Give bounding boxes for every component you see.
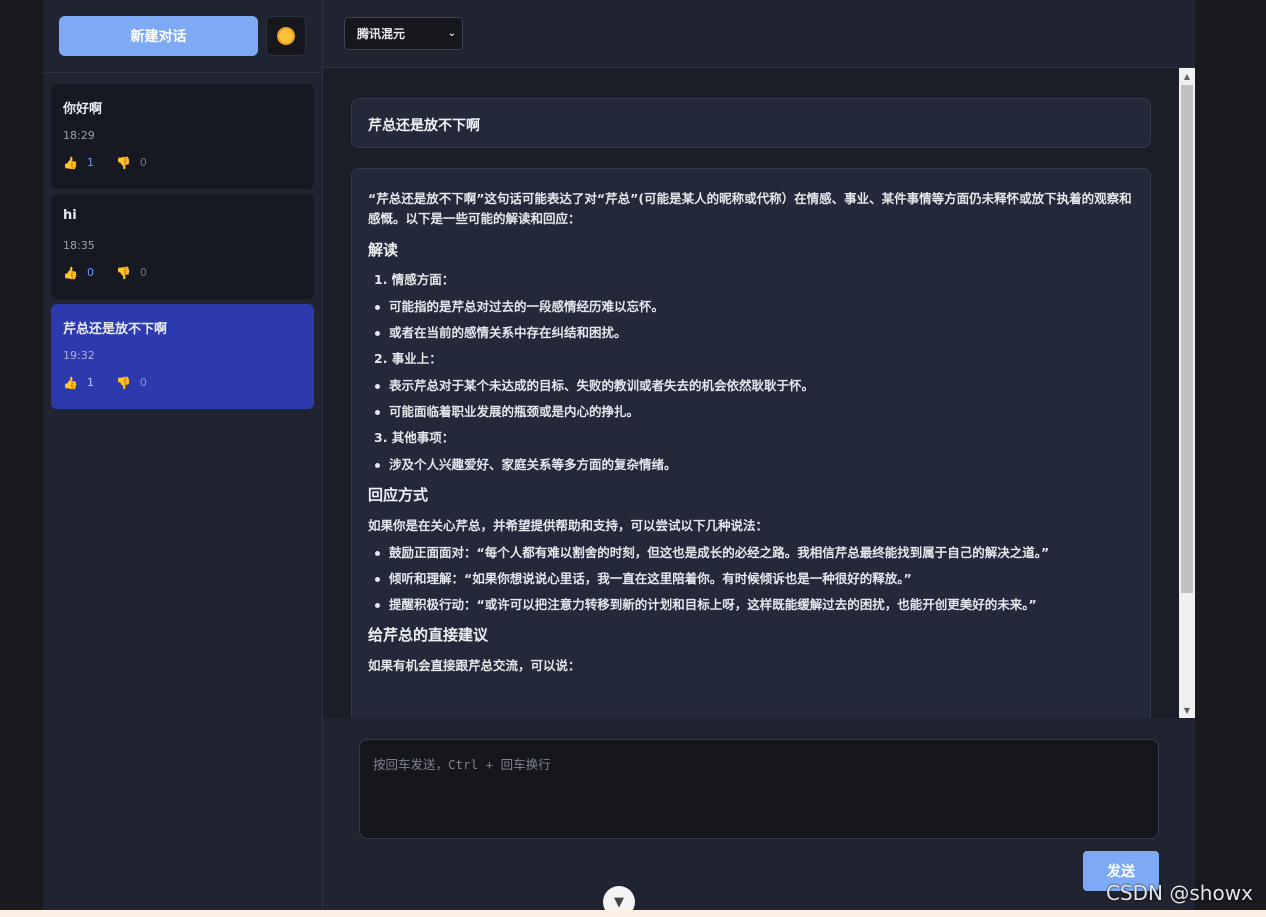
sidebar-header: 新建对话 (43, 0, 322, 73)
bullet-list: 涉及个人兴趣爱好、家庭关系等多方面的复杂情绪。 (368, 456, 1134, 474)
like-button[interactable]: 👍 1 (63, 156, 94, 169)
thumbs-down-icon: 👎 (115, 375, 131, 390)
conversation-item[interactable]: 你好啊 18:29 👍 1 👎 0 (51, 84, 314, 189)
conversation-votes: 👍 1 👎 0 (63, 156, 302, 169)
dislike-count: 0 (139, 266, 147, 279)
scroll-down-arrow-icon[interactable]: ▼ (1179, 702, 1195, 718)
bottom-strip (0, 910, 1266, 917)
watermark: CSDN @showx (1106, 881, 1253, 905)
ordered-item: 1. 情感方面： (374, 272, 455, 287)
dislike-button[interactable]: 👎 0 (116, 156, 147, 169)
conversation-time: 18:29 (63, 129, 95, 142)
main-panel: 腾讯混元 ⌄ 芹总还是放不下啊 “芹总还是放不下啊”这句话可能表达了对“芹总”(… (323, 0, 1195, 917)
conversation-time: 18:35 (63, 239, 95, 252)
conversation-item[interactable]: hi 18:35 👍 0 👎 0 (51, 194, 314, 299)
user-message: 芹总还是放不下啊 (351, 98, 1151, 148)
like-button[interactable]: 👍 0 (63, 266, 94, 279)
bullet-item: 或者在当前的感情关系中存在纠结和困扰。 (368, 324, 1134, 342)
ordered-item: 3. 其他事项： (374, 430, 455, 445)
section-heading: 解读 (368, 241, 399, 259)
like-count: 0 (86, 266, 94, 279)
top-bar: 腾讯混元 ⌄ (323, 0, 1195, 68)
chevron-down-icon: ▼ (614, 894, 624, 910)
ordered-item: 2. 事业上： (374, 351, 442, 366)
paragraph: 如果你是在关心芹总，并希望提供帮助和支持，可以尝试以下几种说法： (368, 518, 769, 533)
conversation-title: 芹总还是放不下啊 (63, 322, 168, 337)
paragraph: 如果有机会直接跟芹总交流，可以说： (368, 658, 581, 673)
conversation-votes: 👍 1 👎 0 (63, 376, 302, 389)
conversation-title: hi (63, 208, 77, 223)
bullet-list: 可能指的是芹总对过去的一段感情经历难以忘怀。 或者在当前的感情关系中存在纠结和困… (368, 298, 1134, 342)
bullet-item: 表示芹总对于某个未达成的目标、失败的教训或者失去的机会依然耿耿于怀。 (368, 377, 1134, 395)
section-heading: 给芹总的直接建议 (368, 626, 489, 644)
scroll-up-arrow-icon[interactable]: ▲ (1179, 68, 1195, 84)
dislike-button[interactable]: 👎 0 (116, 376, 147, 389)
like-count: 1 (86, 376, 94, 389)
bullet-item: 倾听和理解：“如果你想说说心里话，我一直在这里陪着你。有时候倾诉也是一种很好的释… (368, 570, 1134, 588)
chevron-down-icon: ⌄ (447, 28, 456, 39)
thumbs-up-icon: 👍 (63, 375, 78, 390)
message-input[interactable]: 按回车发送，Ctrl + 回车换行 (359, 739, 1159, 839)
theme-toggle-button[interactable] (266, 16, 306, 56)
scrollbar-thumb[interactable] (1181, 85, 1193, 593)
bullet-item: 可能指的是芹总对过去的一段感情经历难以忘怀。 (368, 298, 1134, 316)
conversation-votes: 👍 0 👎 0 (63, 266, 302, 279)
thumbs-down-icon: 👎 (115, 265, 131, 280)
message-list: 芹总还是放不下啊 “芹总还是放不下啊”这句话可能表达了对“芹总”(可能是某人的昵… (351, 98, 1151, 718)
conversation-list: 你好啊 18:29 👍 1 👎 0 hi 18:35 👍 0 👎 0 芹总还是放… (43, 73, 322, 409)
bullet-item: 可能面临着职业发展的瓶颈或是内心的挣扎。 (368, 403, 1134, 421)
assistant-intro: “芹总还是放不下啊”这句话可能表达了对“芹总”(可能是某人的昵称或代称）在情感、… (368, 191, 1132, 226)
bullet-item: 涉及个人兴趣爱好、家庭关系等多方面的复杂情绪。 (368, 456, 1134, 474)
model-select-value: 腾讯混元 (357, 27, 406, 41)
bullet-item: 提醒积极行动：“或许可以把注意力转移到新的计划和目标上呀，这样既能缓解过去的困扰… (368, 596, 1134, 614)
dislike-count: 0 (139, 156, 147, 169)
dislike-button[interactable]: 👎 0 (116, 266, 147, 279)
bullet-list: 鼓励正面面对：“每个人都有难以割舍的时刻，但这也是成长的必经之路。我相信芹总最终… (368, 544, 1134, 614)
conversation-item-active[interactable]: 芹总还是放不下啊 19:32 👍 1 👎 0 (51, 304, 314, 409)
assistant-message: “芹总还是放不下啊”这句话可能表达了对“芹总”(可能是某人的昵称或代称）在情感、… (351, 168, 1151, 718)
dislike-count: 0 (139, 376, 147, 389)
vertical-scrollbar[interactable]: ▲ ▼ (1179, 68, 1195, 718)
model-select[interactable]: 腾讯混元 ⌄ (344, 17, 463, 50)
bullet-list: 表示芹总对于某个未达成的目标、失败的教训或者失去的机会依然耿耿于怀。 可能面临着… (368, 377, 1134, 421)
section-heading: 回应方式 (368, 486, 429, 504)
message-area[interactable]: 芹总还是放不下啊 “芹总还是放不下啊”这句话可能表达了对“芹总”(可能是某人的昵… (323, 68, 1195, 718)
like-count: 1 (86, 156, 94, 169)
thumbs-up-icon: 👍 (63, 265, 78, 280)
thumbs-up-icon: 👍 (63, 155, 78, 170)
app-window: 新建对话 你好啊 18:29 👍 1 👎 0 hi 18:35 👍 0 👎 0 … (43, 0, 1195, 917)
thumbs-down-icon: 👎 (115, 155, 131, 170)
sidebar: 新建对话 你好啊 18:29 👍 1 👎 0 hi 18:35 👍 0 👎 0 … (43, 0, 323, 910)
sun-icon (279, 29, 293, 43)
conversation-time: 19:32 (63, 349, 95, 362)
new-chat-button[interactable]: 新建对话 (59, 16, 258, 56)
conversation-title: 你好啊 (63, 102, 103, 117)
like-button[interactable]: 👍 1 (63, 376, 94, 389)
composer: 按回车发送，Ctrl + 回车换行 发送 ▼ (323, 718, 1195, 917)
bullet-item: 鼓励正面面对：“每个人都有难以割舍的时刻，但这也是成长的必经之路。我相信芹总最终… (368, 544, 1134, 562)
